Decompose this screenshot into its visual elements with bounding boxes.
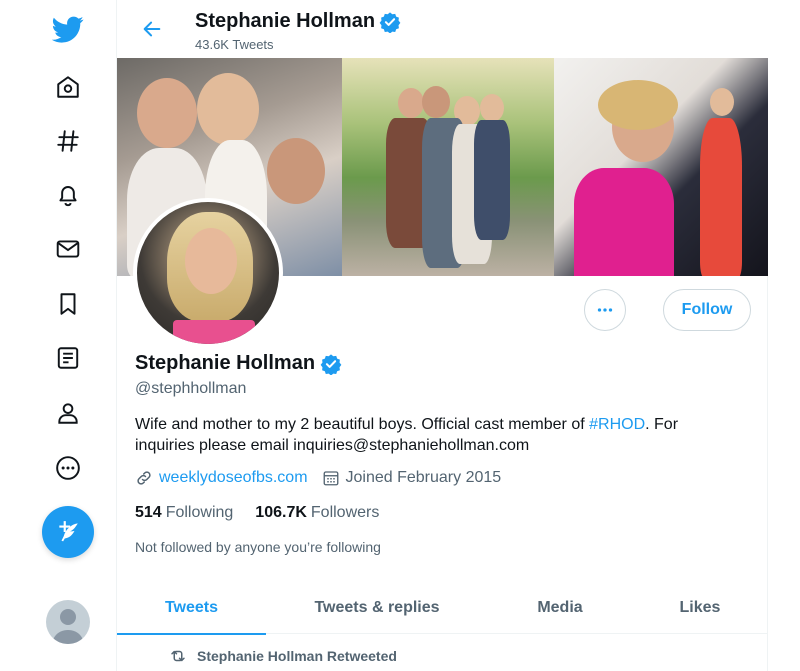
joined-date: Joined February 2015 [345,469,502,486]
link-icon [137,471,151,485]
website-link[interactable]: weeklydoseofbs.com [159,469,308,487]
profile-handle: @stephhollman [135,380,247,397]
following-label: Following [165,504,234,521]
header-name-text: Stephanie Hollman [195,10,376,32]
tab-label: Tweets & replies [314,599,440,616]
more-options-button[interactable] [584,289,626,331]
banner-photo-family [342,58,554,276]
back-arrow-icon [143,21,161,37]
retweet-label: Stephanie Hollman Retweeted [197,648,397,664]
bio-text-start: Wife and mother to my 2 beautiful boys. … [135,416,590,433]
verified-badge-icon [379,11,401,33]
profile-name-text: Stephanie Hollman [135,352,316,374]
default-user-icon [52,609,84,644]
explore-hashtag-icon[interactable] [42,115,94,167]
not-followed-note: Not followed by anyone you’re following [135,539,381,555]
profile-column: Stephanie Hollman 43.6K Tweets Follow St… [117,0,768,671]
following-link[interactable]: 514 Following [135,504,233,522]
followers-link[interactable]: 106.7K Followers [255,504,379,522]
profile-tabs: Tweets Tweets & replies Media Likes [117,582,768,635]
followers-label: Followers [310,504,380,521]
tab-media[interactable]: Media [488,582,632,634]
follow-stats: 514 Following 106.7K Followers [135,504,379,522]
notifications-bell-icon[interactable] [42,169,94,221]
retweet-context: Stephanie Hollman Retweeted [169,647,397,665]
header-tweet-count: 43.6K Tweets [195,37,274,52]
tab-tweets-replies[interactable]: Tweets & replies [266,582,488,634]
twitter-logo-icon[interactable] [42,3,94,55]
following-count: 514 [135,504,162,521]
tab-label: Tweets [164,599,219,616]
follow-button[interactable]: Follow [663,289,751,331]
sidebar [0,0,117,671]
home-icon[interactable] [42,61,94,113]
account-avatar[interactable] [46,600,90,644]
calendar-icon [323,471,338,486]
tab-label: Likes [679,599,721,616]
verified-badge-icon [320,353,342,375]
more-circle-icon[interactable] [42,442,94,494]
profile-header-bar: Stephanie Hollman 43.6K Tweets [117,0,768,58]
followers-count: 106.7K [255,504,307,521]
feather-plus-icon [59,521,78,542]
bookmarks-icon[interactable] [42,278,94,330]
bio-hashtag-link[interactable]: #RHOD [589,416,645,433]
profile-bio: Wife and mother to my 2 beautiful boys. … [135,414,735,456]
profile-meta: weeklydoseofbs.com Joined February 2015 [135,469,501,487]
tab-label: Media [537,599,583,616]
profile-name: Stephanie Hollman [135,352,342,375]
ellipsis-icon [597,308,613,312]
compose-tweet-button[interactable] [42,506,94,558]
profile-avatar[interactable] [133,198,283,348]
header-profile-name: Stephanie Hollman [195,10,401,33]
banner-photo-speaker [554,58,768,276]
tab-likes[interactable]: Likes [632,582,768,634]
lists-icon[interactable] [42,332,94,384]
back-button[interactable] [135,12,169,46]
retweet-icon [171,650,185,662]
messages-mail-icon[interactable] [42,223,94,275]
profile-icon[interactable] [42,387,94,439]
tab-tweets[interactable]: Tweets [117,582,266,635]
